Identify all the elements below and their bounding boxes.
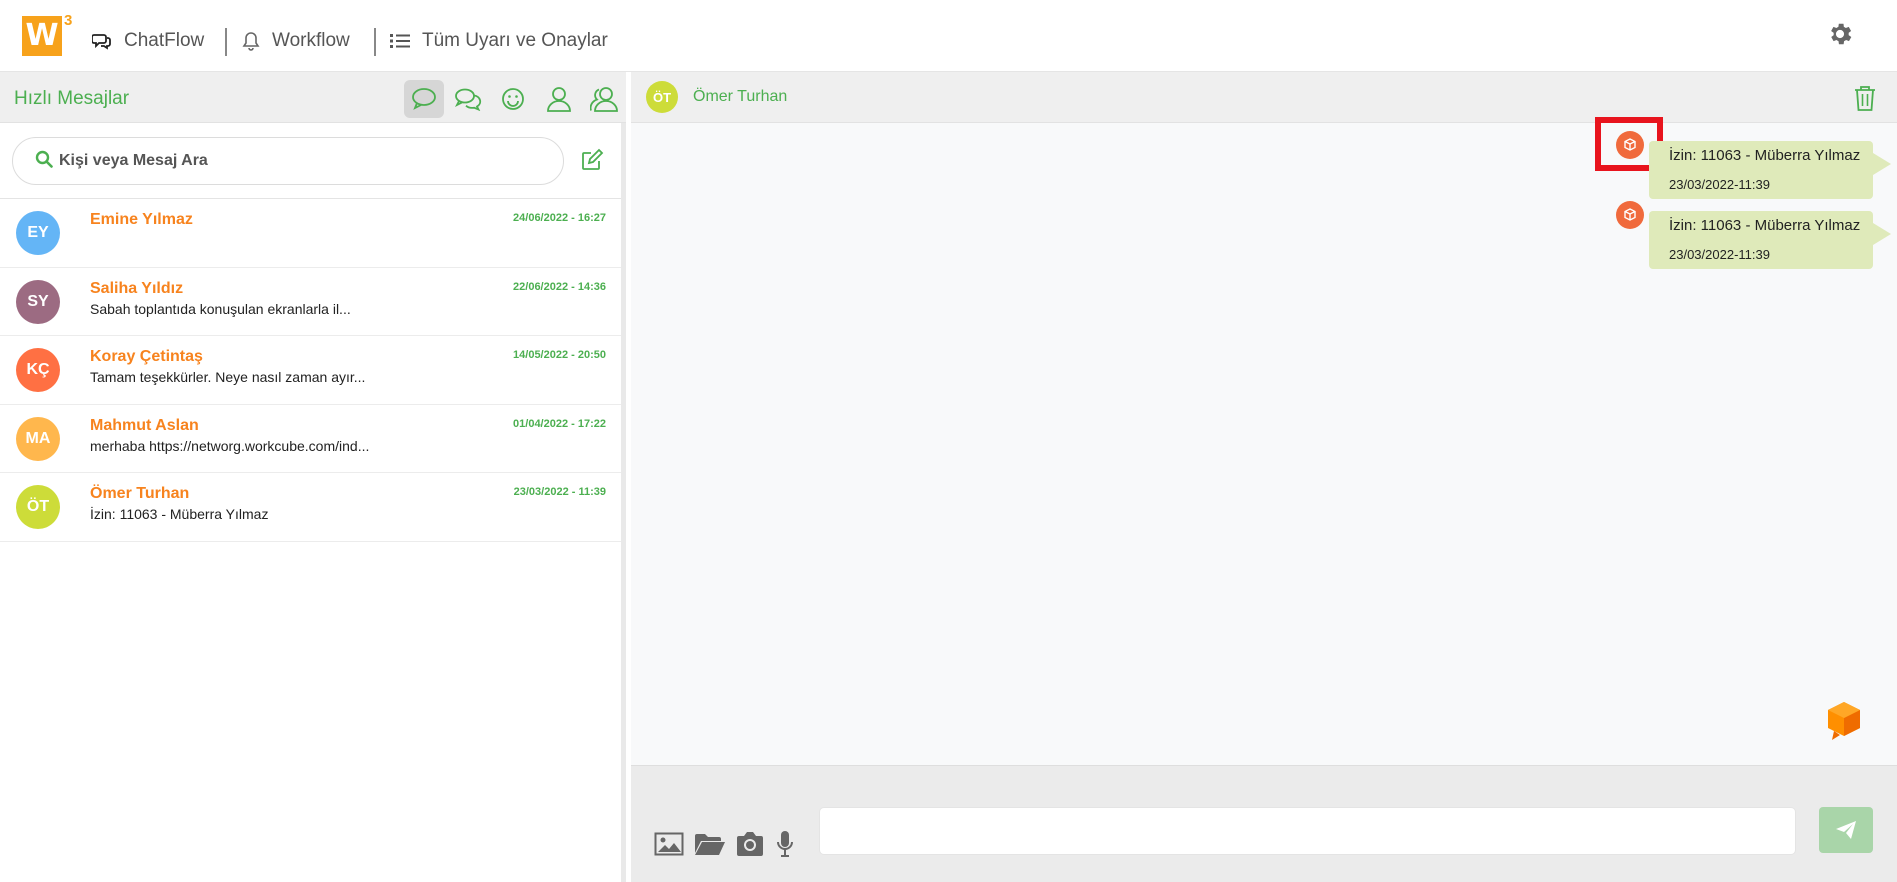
search-icon [35,150,53,173]
nav-alerts-label: Tüm Uyarı ve Onaylar [422,30,608,51]
image-attach-icon[interactable] [654,829,684,859]
conversation-item[interactable]: MA Mahmut Aslan merhaba https://networg.… [0,405,621,473]
workcube-cube-icon[interactable] [1616,201,1644,229]
send-button[interactable] [1819,807,1873,853]
camera-icon[interactable] [735,829,765,859]
orange-cube-bot-icon[interactable] [1826,700,1862,742]
list-icon [390,33,410,49]
settings-gear-icon[interactable] [1826,20,1854,48]
message-bubble[interactable]: İzin: 11063 - Müberra Yılmaz 23/03/2022-… [1649,211,1891,269]
conversation-list: EY Emine Yılmaz 24/06/2022 - 16:27 SY Sa… [0,198,621,542]
conversation-time: 24/06/2022 - 16:27 [513,212,606,224]
users-group-icon[interactable] [584,80,624,118]
avatar: KÇ [16,348,60,392]
nav-chatflow[interactable]: ChatFlow [92,28,204,54]
workcube-logo[interactable]: W [22,16,62,56]
message-text: İzin: 11063 - Müberra Yılmaz [1669,147,1861,164]
contact-search-input[interactable] [59,152,539,170]
conversation-preview: Sabah toplantıda konuşulan ekranlarla il… [90,300,351,317]
conversation-time: 22/06/2022 - 14:36 [513,280,606,293]
nav-divider [225,28,227,56]
conversation-name: Koray Çetintaş [90,348,203,365]
contact-name[interactable]: Ömer Turhan [693,88,787,106]
nav-divider [374,28,376,56]
conversation-name: Ömer Turhan [90,485,190,502]
message-bubble[interactable]: İzin: 11063 - Müberra Yılmaz 23/03/2022-… [1649,141,1891,199]
bell-icon [242,31,260,51]
contact-search-box[interactable] [12,137,564,185]
nav-workflow-label: Workflow [272,30,350,51]
conversation-name: Mahmut Aslan [90,416,199,434]
paper-plane-icon [1836,821,1856,839]
folder-open-icon[interactable] [694,829,726,859]
top-navigation-bar: W 3 ChatFlow Workflow Tüm Uyarı ve Onayl… [0,0,1897,72]
avatar: SY [16,279,60,324]
conversation-preview: merhaba https://networg.workcube.com/ind… [90,437,370,454]
single-chat-icon[interactable] [404,80,444,118]
trash-icon[interactable] [1853,84,1879,112]
avatar: ÖT [16,485,60,529]
message-composer [631,765,1897,882]
conversation-time: 01/04/2022 - 17:22 [513,417,606,430]
group-chat-icon[interactable] [448,80,488,118]
conversation-item[interactable]: KÇ Koray Çetintaş Tamam teşekkürler. Ney… [0,336,621,405]
nav-chatflow-label: ChatFlow [124,30,205,51]
nav-alerts-approvals[interactable]: Tüm Uyarı ve Onaylar [390,28,608,54]
message-time: 23/03/2022-11:39 [1669,177,1770,192]
conversation-preview: Tamam teşekkürler. Neye nasıl zaman ayır… [90,369,366,385]
avatar: MA [16,416,60,461]
chat-header: ÖT Ömer Turhan [631,72,1897,123]
conversation-item[interactable]: EY Emine Yılmaz 24/06/2022 - 16:27 [0,199,621,268]
conversation-name: Saliha Yıldız [90,279,184,297]
conversation-preview: İzin: 11063 - Müberra Yılmaz [90,506,269,522]
conversation-item[interactable]: SY Saliha Yıldız Sabah toplantıda konuşu… [0,268,621,336]
conversation-item[interactable]: ÖT Ömer Turhan İzin: 11063 - Müberra Yıl… [0,473,621,542]
avatar: EY [16,211,60,255]
conversation-name: Emine Yılmaz [90,211,193,228]
conversation-time: 23/03/2022 - 11:39 [513,486,606,498]
chat-bubbles-icon [92,32,112,50]
quick-messages-title: Hızlı Mesajlar [14,88,130,109]
logo-superscript: 3 [64,12,73,29]
user-icon[interactable] [539,80,579,118]
emoji-smile-icon[interactable] [493,80,533,118]
conversation-list-panel: Hızlı Mesajlar EY Emine Yılmaz 24/06/ [0,72,626,882]
microphone-icon[interactable] [776,829,794,859]
quick-messages-header: Hızlı Mesajlar [0,72,626,123]
conversation-time: 14/05/2022 - 20:50 [513,349,606,361]
message-text: İzin: 11063 - Müberra Yılmaz [1669,217,1861,234]
nav-workflow[interactable]: Workflow [242,28,350,54]
chat-panel: ÖT Ömer Turhan İzin: 11063 - Müberra Yıl… [631,72,1897,882]
message-time: 23/03/2022-11:39 [1669,247,1770,262]
new-message-edit-icon[interactable] [580,148,604,172]
message-input[interactable] [819,807,1796,855]
contact-avatar: ÖT [646,81,678,113]
